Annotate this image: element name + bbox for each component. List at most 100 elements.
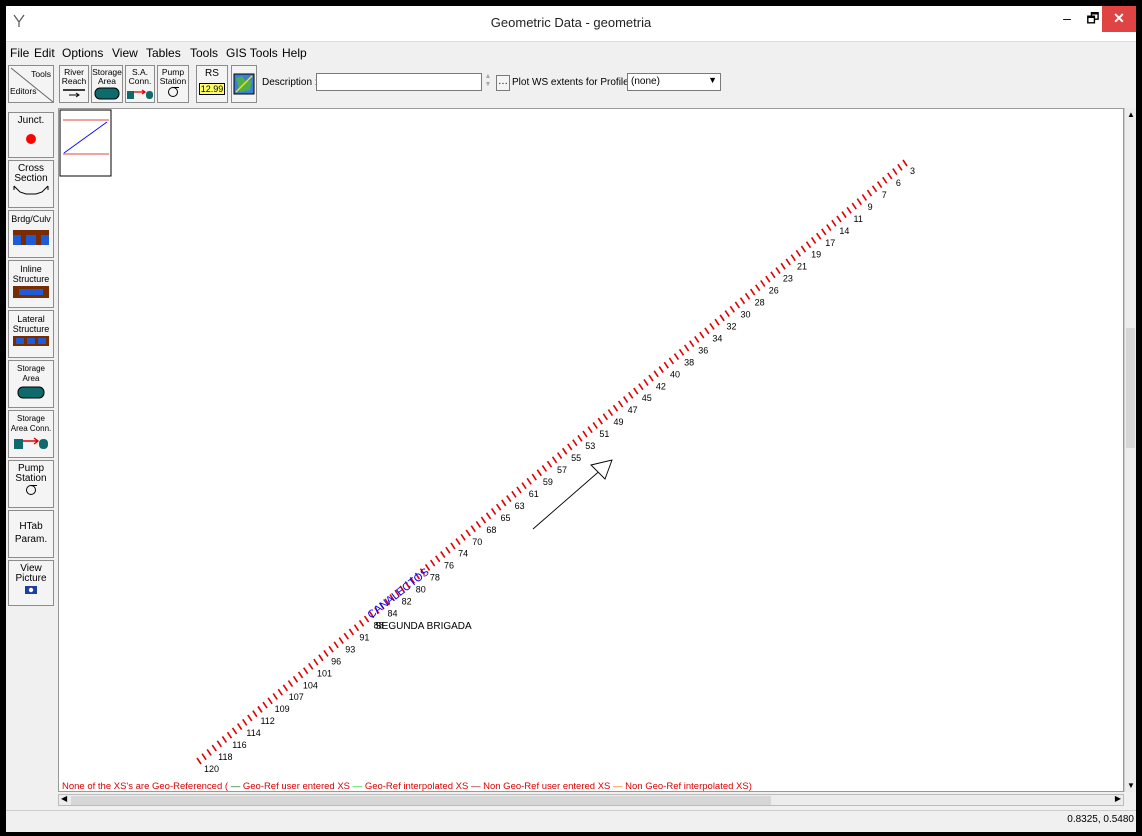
- cross-section-mark[interactable]: [871, 185, 878, 193]
- cross-section-mark[interactable]: [546, 460, 553, 468]
- cross-section-mark[interactable]: [531, 473, 537, 481]
- cross-section-mark[interactable]: [211, 744, 217, 752]
- cross-section-mark[interactable]: [846, 206, 852, 214]
- cross-section-mark[interactable]: [480, 516, 487, 524]
- cross-section-mark[interactable]: [592, 421, 598, 429]
- cross-section-mark[interactable]: [231, 727, 238, 735]
- cross-section-mark[interactable]: [714, 318, 720, 326]
- cross-section-mark[interactable]: [490, 508, 497, 515]
- cross-section-mark[interactable]: [856, 198, 862, 206]
- geometry-map[interactable]: 3679111417192123262830323436384042454749…: [59, 109, 1125, 793]
- cross-section-mark[interactable]: [749, 288, 756, 296]
- cross-section-mark[interactable]: [607, 409, 614, 416]
- cross-section-mark[interactable]: [506, 495, 512, 503]
- cross-section-mark[interactable]: [526, 477, 532, 485]
- cross-section-mark[interactable]: [460, 533, 466, 541]
- htab-param-button[interactable]: HTab Param.: [8, 510, 54, 558]
- view-picture-button[interactable]: View Picture: [8, 560, 54, 606]
- river-reach-button[interactable]: River Reach: [59, 65, 89, 103]
- cross-section-mark[interactable]: [257, 705, 263, 713]
- cross-section-mark[interactable]: [302, 667, 309, 675]
- cross-section-mark[interactable]: [821, 228, 827, 236]
- cross-section-mark[interactable]: [252, 710, 258, 718]
- cross-section-mark[interactable]: [521, 482, 527, 490]
- cross-section-mark[interactable]: [221, 736, 228, 743]
- vertical-scroll-thumb[interactable]: [1126, 328, 1135, 448]
- cross-section-mark[interactable]: [643, 378, 649, 386]
- cross-section-mark[interactable]: [760, 280, 766, 287]
- menu-gis-tools[interactable]: GIS Tools: [226, 46, 278, 60]
- cross-section-mark[interactable]: [267, 697, 273, 705]
- cross-section-mark[interactable]: [694, 335, 700, 343]
- cross-section-mark[interactable]: [292, 675, 299, 683]
- storage-area-button[interactable]: Storage Area: [91, 65, 123, 103]
- cross-section-mark[interactable]: [780, 262, 786, 270]
- cross-section-mark[interactable]: [683, 344, 690, 352]
- lateral-structure-button[interactable]: Lateral Structure: [8, 310, 54, 358]
- cross-section-mark[interactable]: [501, 499, 507, 507]
- scroll-left-icon[interactable]: ◀: [61, 794, 67, 803]
- pump-station-button[interactable]: Pump Station: [157, 65, 189, 103]
- rs-button[interactable]: RS 12.99: [196, 65, 228, 103]
- menu-view[interactable]: View: [112, 46, 138, 60]
- cross-section-mark[interactable]: [551, 456, 558, 464]
- cross-section-mark[interactable]: [638, 383, 644, 391]
- description-input[interactable]: [316, 73, 482, 91]
- cross-section-mark[interactable]: [440, 551, 446, 558]
- cross-section-mark[interactable]: [297, 671, 304, 679]
- cross-section-mark[interactable]: [633, 387, 639, 395]
- cross-section-mark[interactable]: [673, 353, 680, 361]
- cross-section-mark[interactable]: [363, 615, 370, 623]
- storage-area-conn-button[interactable]: Storage Area Conn.: [8, 410, 54, 458]
- cross-section-mark[interactable]: [653, 370, 659, 378]
- cross-section-mark[interactable]: [216, 740, 222, 748]
- cross-section-mark[interactable]: [455, 538, 461, 546]
- cross-section-mark[interactable]: [790, 254, 796, 262]
- cross-section-mark[interactable]: [287, 680, 294, 688]
- junction-button[interactable]: Junct.: [8, 112, 54, 158]
- cross-section-mark[interactable]: [318, 654, 324, 662]
- cross-section-mark[interactable]: [308, 662, 314, 670]
- cross-section-mark[interactable]: [206, 748, 212, 756]
- cross-section-mark[interactable]: [882, 176, 888, 184]
- cross-section-mark[interactable]: [678, 348, 685, 356]
- cross-section-mark[interactable]: [353, 624, 360, 632]
- cross-section-mark[interactable]: [572, 439, 578, 447]
- cross-section-mark[interactable]: [795, 249, 802, 257]
- menu-edit[interactable]: Edit: [34, 46, 55, 60]
- cross-section-mark[interactable]: [622, 396, 629, 404]
- cross-section-mark[interactable]: [785, 258, 791, 266]
- cross-section-mark[interactable]: [836, 215, 842, 223]
- cross-section-mark[interactable]: [628, 391, 634, 399]
- cross-section-mark[interactable]: [729, 305, 735, 313]
- tools-editors-toggle[interactable]: Tools Editors: [8, 65, 54, 103]
- menu-options[interactable]: Options: [62, 46, 103, 60]
- cross-section-mark[interactable]: [775, 267, 781, 274]
- cross-section-mark[interactable]: [704, 327, 710, 335]
- cross-section-mark[interactable]: [511, 490, 517, 498]
- cross-section-mark[interactable]: [597, 417, 603, 425]
- cross-section-mark[interactable]: [277, 688, 283, 696]
- storage-area-tool-button[interactable]: Storage Area: [8, 360, 54, 408]
- scroll-down-icon[interactable]: ▼: [1127, 781, 1135, 790]
- cross-section-mark[interactable]: [429, 559, 436, 567]
- cross-section-mark[interactable]: [887, 172, 893, 180]
- cross-section-mark[interactable]: [556, 452, 563, 459]
- cross-section-mark[interactable]: [689, 340, 695, 348]
- bridge-culvert-button[interactable]: Brdg/Culv: [8, 210, 54, 258]
- cross-section-mark[interactable]: [800, 245, 807, 253]
- cross-section-mark[interactable]: [328, 645, 334, 653]
- cross-section-mark[interactable]: [892, 168, 898, 176]
- cross-section-mark[interactable]: [536, 469, 542, 477]
- cross-section-mark[interactable]: [826, 224, 832, 231]
- cross-section-mark[interactable]: [338, 637, 344, 644]
- cross-section-mark[interactable]: [201, 753, 207, 761]
- cross-section-mark[interactable]: [719, 314, 725, 322]
- scroll-right-icon[interactable]: ▶: [1115, 794, 1121, 803]
- cross-section-mark[interactable]: [577, 434, 583, 442]
- scroll-up-icon[interactable]: ▲: [1127, 110, 1135, 119]
- cross-section-mark[interactable]: [851, 202, 857, 210]
- cross-section-mark[interactable]: [699, 331, 705, 339]
- cross-section-mark[interactable]: [648, 374, 654, 382]
- cross-section-mark[interactable]: [739, 297, 746, 305]
